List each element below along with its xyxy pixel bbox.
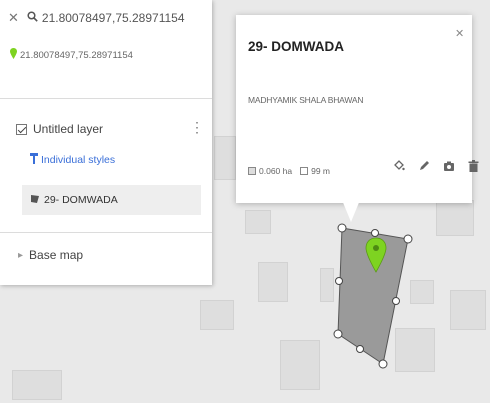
popup-measurements: 0.060 ha 99 m xyxy=(248,166,338,176)
feature-label: 29- DOMWADA xyxy=(44,194,118,206)
area-value: 0.060 ha xyxy=(259,166,293,176)
perimeter-value: 99 m xyxy=(311,166,330,176)
search-result-label: 21.80078497,75.28971154 xyxy=(20,49,133,61)
paint-bucket-icon[interactable] xyxy=(392,159,405,172)
perimeter-stat: 99 m xyxy=(300,166,330,176)
pencil-icon[interactable] xyxy=(417,159,430,172)
camera-icon[interactable] xyxy=(442,159,455,172)
trash-icon[interactable] xyxy=(467,159,480,172)
area-icon xyxy=(248,167,256,175)
search-icon xyxy=(27,11,38,25)
search-bar[interactable]: ✕ 21.80078497,75.28971154 xyxy=(8,10,185,26)
perimeter-icon xyxy=(300,167,309,175)
individual-styles-label: Individual styles xyxy=(41,154,116,166)
popup-actions xyxy=(392,159,480,172)
paint-roller-icon xyxy=(30,153,38,167)
layer-visibility-checkbox[interactable] xyxy=(16,123,27,135)
feature-item[interactable]: 29- DOMWADA xyxy=(22,185,201,215)
close-icon[interactable]: ✕ xyxy=(8,10,19,26)
polygon-icon xyxy=(30,194,40,207)
search-query[interactable]: 21.80078497,75.28971154 xyxy=(42,11,185,25)
individual-styles-link[interactable]: Individual styles xyxy=(30,153,115,167)
close-icon[interactable]: ✕ xyxy=(455,27,464,40)
search-result[interactable]: 21.80078497,75.28971154 xyxy=(10,48,133,62)
basemap-toggle[interactable]: ▸ Base map xyxy=(18,248,83,262)
layer-name[interactable]: Untitled layer xyxy=(33,122,103,136)
feature-popup: 29- DOMWADA ✕ MADHYAMIK SHALA BHAWAN 0.0… xyxy=(236,15,479,203)
divider xyxy=(0,98,212,99)
map-pin-icon xyxy=(10,48,17,62)
left-panel: ✕ 21.80078497,75.28971154 21.80078497,75… xyxy=(0,0,212,285)
more-vert-icon[interactable]: ⋮ xyxy=(190,120,204,134)
popup-pointer xyxy=(342,200,360,222)
popup-title: 29- DOMWADA xyxy=(248,39,345,54)
divider xyxy=(0,232,212,233)
popup-description: MADHYAMIK SHALA BHAWAN xyxy=(248,95,364,105)
area-stat: 0.060 ha xyxy=(248,166,292,176)
chevron-right-icon: ▸ xyxy=(18,249,24,261)
basemap-label: Base map xyxy=(29,248,84,262)
layer-header[interactable]: Untitled layer xyxy=(16,122,103,136)
